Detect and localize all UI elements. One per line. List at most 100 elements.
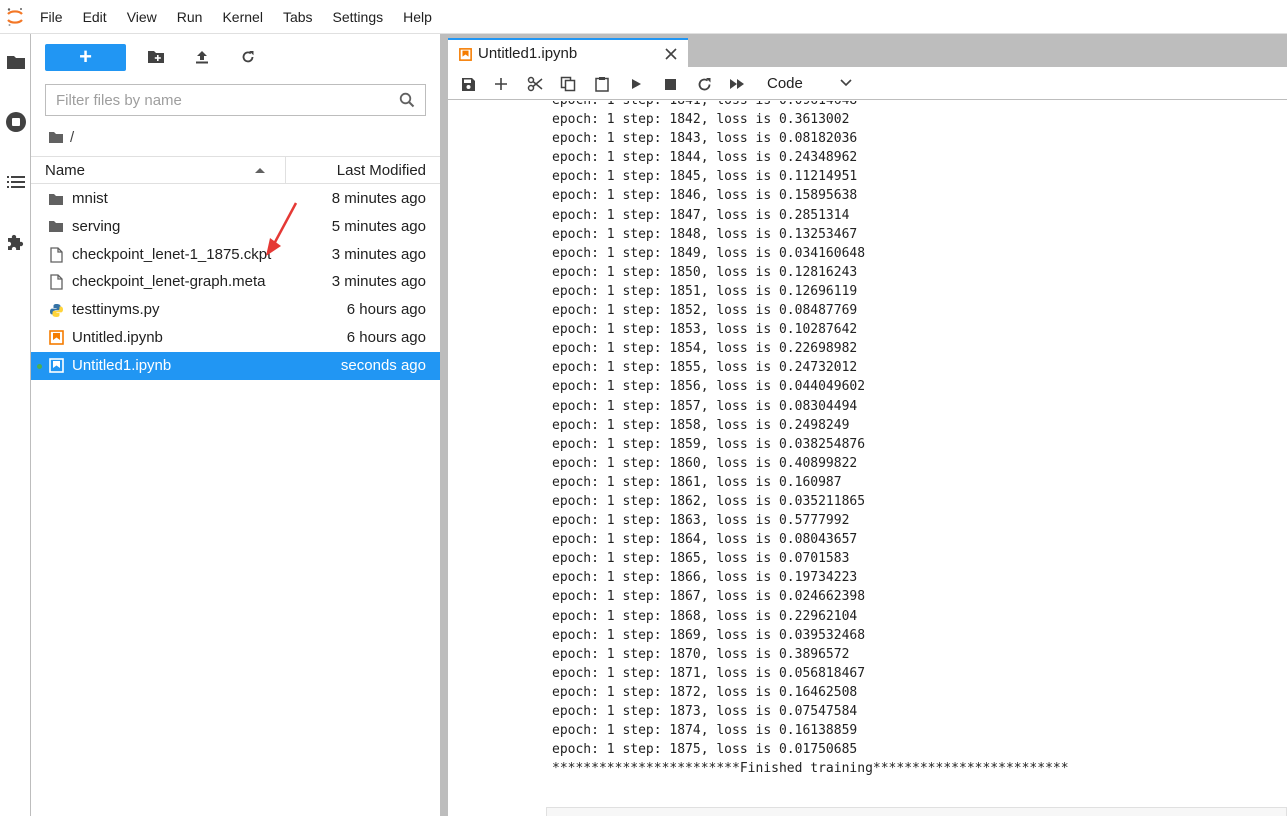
file-modified: 8 minutes ago	[331, 190, 426, 207]
copy-button[interactable]	[558, 74, 578, 94]
menu-settings[interactable]: Settings	[323, 0, 394, 34]
output-line: epoch: 1 step: 1863, loss is 0.5777992	[552, 513, 850, 529]
scissors-icon	[527, 76, 543, 92]
output-line: epoch: 1 step: 1850, loss is 0.12816243	[552, 264, 858, 280]
output-line: epoch: 1 step: 1848, loss is 0.13253467	[552, 226, 858, 242]
output-line: epoch: 1 step: 1874, loss is 0.16138859	[552, 723, 858, 739]
next-code-cell[interactable]	[546, 807, 1287, 816]
file-icon	[48, 274, 64, 291]
restart-run-all-button[interactable]	[727, 74, 747, 94]
list-icon	[6, 176, 25, 188]
cut-button[interactable]	[525, 74, 545, 94]
breadcrumb: /	[48, 127, 74, 147]
file-icon	[48, 246, 64, 263]
close-icon[interactable]	[664, 47, 678, 61]
run-button[interactable]	[626, 74, 646, 94]
document-tab-bar: Untitled1.ipynb	[448, 34, 1287, 68]
new-launcher-button[interactable]: +	[45, 43, 126, 71]
file-name: testtinyms.py	[72, 301, 160, 319]
cell-type-select[interactable]: Code	[760, 74, 860, 96]
output-line: epoch: 1 step: 1849, loss is 0.034160648	[552, 245, 866, 261]
cell-output-area: epoch: 1 step: 1841, loss is 0.09614648 e…	[448, 101, 1287, 816]
interrupt-kernel-button[interactable]	[660, 74, 680, 94]
restart-kernel-button[interactable]	[694, 74, 714, 94]
upload-button[interactable]	[186, 43, 218, 71]
menu-bar: File Edit View Run Kernel Tabs Settings …	[0, 0, 1287, 34]
refresh-icon	[698, 77, 710, 90]
file-row-serving[interactable]: serving 5 minutes ago	[31, 213, 440, 241]
annotation-arrow-icon	[266, 202, 298, 256]
jupyterlab-window: File Edit View Run Kernel Tabs Settings …	[0, 0, 1287, 816]
menu-help[interactable]: Help	[393, 0, 442, 34]
menu-kernel[interactable]: Kernel	[212, 0, 272, 34]
column-header-name[interactable]: Name	[45, 162, 85, 179]
file-row-untitled-ipynb[interactable]: Untitled.ipynb 6 hours ago	[31, 324, 440, 352]
output-line: epoch: 1 step: 1871, loss is 0.056818467	[552, 665, 866, 681]
running-sessions-tab[interactable]	[0, 102, 31, 142]
output-line: epoch: 1 step: 1851, loss is 0.12696119	[552, 283, 858, 299]
output-line: epoch: 1 step: 1861, loss is 0.160987	[552, 474, 842, 490]
output-line: epoch: 1 step: 1860, loss is 0.40899822	[552, 455, 858, 471]
file-row-untitled1-ipynb[interactable]: Untitled1.ipynb seconds ago	[31, 351, 440, 380]
activity-bar	[0, 34, 31, 816]
folder-icon[interactable]	[48, 131, 64, 144]
output-line: epoch: 1 step: 1845, loss is 0.11214951	[552, 169, 858, 185]
save-icon	[461, 77, 475, 91]
notebook-icon	[48, 330, 64, 346]
output-line: epoch: 1 step: 1857, loss is 0.08304494	[552, 398, 858, 414]
fast-forward-icon	[730, 79, 744, 89]
folder-icon	[6, 56, 25, 69]
file-modified: 3 minutes ago	[331, 273, 426, 291]
file-name: checkpoint_lenet-graph.meta	[72, 273, 266, 291]
table-of-contents-tab[interactable]	[0, 162, 31, 202]
column-header-last-modified[interactable]: Last Modified	[337, 162, 426, 179]
refresh-button[interactable]	[232, 43, 264, 71]
breadcrumb-root[interactable]: /	[70, 129, 74, 146]
output-line: epoch: 1 step: 1859, loss is 0.038254876	[552, 436, 866, 452]
output-line: epoch: 1 step: 1843, loss is 0.08182036	[552, 131, 858, 147]
file-row-checkpoint-ckpt[interactable]: checkpoint_lenet-1_1875.ckpt 3 minutes a…	[31, 241, 440, 269]
output-line: epoch: 1 step: 1846, loss is 0.15895638	[552, 188, 858, 204]
file-name: Untitled.ipynb	[72, 328, 163, 346]
column-divider[interactable]	[285, 157, 286, 184]
output-line: ************************Finished trainin…	[552, 761, 1069, 777]
tab-label: Untitled1.ipynb	[478, 45, 578, 62]
insert-cell-button[interactable]	[491, 74, 511, 94]
play-icon	[632, 79, 641, 89]
file-name: checkpoint_lenet-1_1875.ckpt	[72, 245, 272, 263]
extension-manager-tab[interactable]	[0, 222, 31, 262]
running-indicator-icon	[37, 363, 42, 369]
new-folder-button[interactable]	[140, 43, 172, 71]
menu-tabs[interactable]: Tabs	[273, 0, 323, 34]
output-line: epoch: 1 step: 1869, loss is 0.039532468	[552, 627, 866, 643]
file-row-testtinyms-py[interactable]: testtinyms.py 6 hours ago	[31, 296, 440, 324]
output-line: epoch: 1 step: 1875, loss is 0.01750685	[552, 742, 858, 758]
save-button[interactable]	[458, 74, 478, 94]
panel-splitter[interactable]	[440, 34, 448, 816]
menu-edit[interactable]: Edit	[73, 0, 117, 34]
output-line: epoch: 1 step: 1844, loss is 0.24348962	[552, 150, 858, 166]
tab-untitled1-ipynb[interactable]: Untitled1.ipynb	[448, 38, 688, 68]
file-modified: seconds ago	[340, 356, 426, 374]
paste-button[interactable]	[592, 74, 612, 94]
file-row-mnist[interactable]: mnist 8 minutes ago	[31, 185, 440, 213]
file-row-checkpoint-meta[interactable]: checkpoint_lenet-graph.meta 3 minutes ag…	[31, 268, 440, 296]
output-line: epoch: 1 step: 1864, loss is 0.08043657	[552, 532, 858, 548]
output-line: epoch: 1 step: 1841, loss is 0.09614648	[552, 101, 1069, 110]
filter-files-box	[45, 84, 426, 116]
file-browser-tab[interactable]	[0, 42, 31, 82]
output-line: epoch: 1 step: 1847, loss is 0.2851314	[552, 207, 850, 223]
menu-view[interactable]: View	[117, 0, 167, 34]
output-line: epoch: 1 step: 1862, loss is 0.035211865	[552, 493, 866, 509]
output-line: epoch: 1 step: 1865, loss is 0.0701583	[552, 551, 850, 567]
menu-run[interactable]: Run	[167, 0, 213, 34]
puzzle-piece-icon	[7, 234, 23, 250]
output-line: epoch: 1 step: 1856, loss is 0.044049602	[552, 379, 866, 395]
filter-files-input[interactable]	[56, 91, 399, 109]
python-icon	[48, 302, 64, 318]
menu-file[interactable]: File	[30, 0, 73, 34]
notebook-toolbar: Code	[448, 68, 1287, 100]
notebook-icon	[459, 48, 472, 61]
file-browser-panel: + Filter files by name / Name Last Modif…	[31, 34, 440, 816]
plus-icon	[495, 78, 507, 90]
